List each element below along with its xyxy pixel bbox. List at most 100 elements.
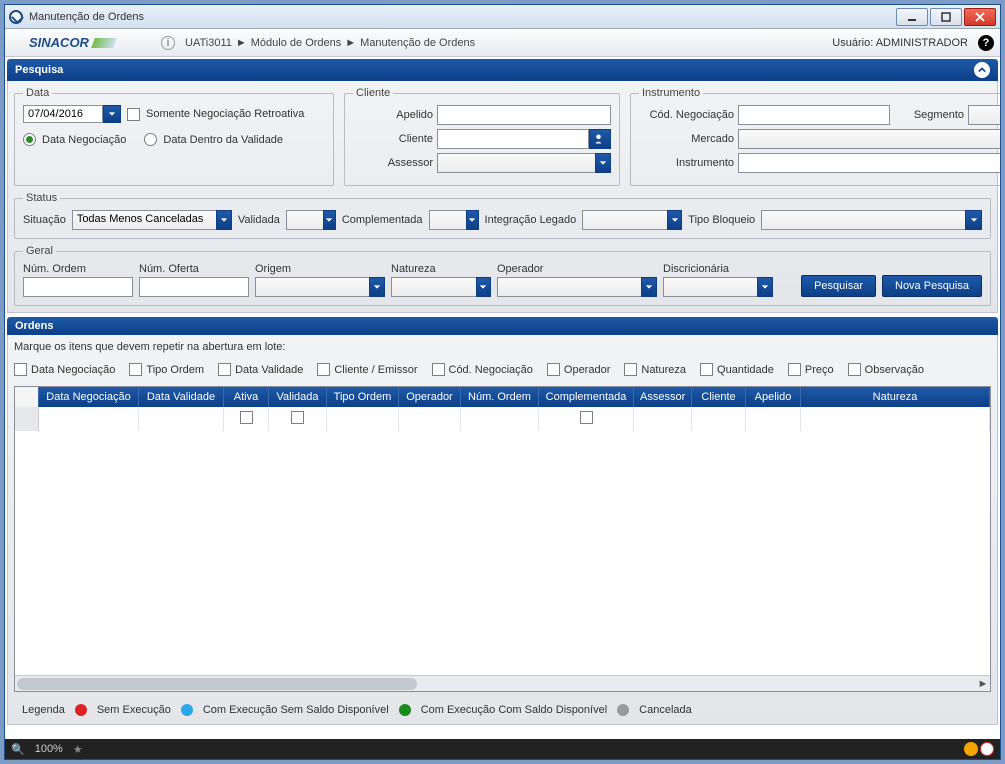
radio-data-validade[interactable]: [144, 133, 157, 146]
cliente-lookup-button[interactable]: [589, 129, 611, 149]
apelido-input[interactable]: [437, 105, 611, 125]
integracao-dropdown-button[interactable]: [667, 210, 682, 230]
legend-dot-com-saldo: [399, 704, 411, 716]
status-dot-warning-icon[interactable]: [964, 742, 978, 756]
complementada-select[interactable]: [429, 210, 466, 230]
mercado-select[interactable]: [738, 129, 1000, 149]
filter-validada-checkbox[interactable]: [291, 411, 304, 424]
geral-fieldset: Geral Núm. Ordem Núm. Oferta Origem Natu…: [14, 245, 991, 306]
col-data-validade[interactable]: Data Validade: [139, 387, 224, 407]
scroll-thumb[interactable]: [17, 678, 417, 690]
repeat-checkboxes: Data Negociação Tipo Ordem Data Validade…: [14, 359, 991, 380]
date-dropdown-button[interactable]: [103, 105, 121, 123]
tipo-bloqueio-select[interactable]: [761, 210, 965, 230]
segmento-select[interactable]: [968, 105, 1000, 125]
header-bar: SINACOR i UATi3011 ► Módulo de Ordens ► …: [5, 29, 1000, 57]
tipo-bloqueio-dropdown-button[interactable]: [965, 210, 982, 230]
chk-operador[interactable]: [547, 363, 560, 376]
natureza-dropdown-button[interactable]: [476, 277, 491, 297]
chk-tipo-ordem[interactable]: [129, 363, 142, 376]
status-dot-more-icon[interactable]: [980, 742, 994, 756]
col-ativa[interactable]: Ativa: [224, 387, 269, 407]
num-ordem-input[interactable]: [23, 277, 133, 297]
window-title: Manutenção de Ordens: [29, 11, 144, 23]
col-data-negociacao[interactable]: Data Negociação: [39, 387, 139, 407]
scroll-right-arrow-icon[interactable]: ►: [976, 676, 990, 692]
col-cliente[interactable]: Cliente: [692, 387, 746, 407]
chk-quantidade[interactable]: [700, 363, 713, 376]
maximize-button[interactable]: [930, 8, 962, 26]
col-complementada[interactable]: Complementada: [539, 387, 634, 407]
app-window: Manutenção de Ordens SINACOR i UATi3011 …: [4, 4, 1001, 760]
status-fieldset: Status Situação Todas Menos Canceladas V…: [14, 192, 991, 239]
cod-negociacao-input[interactable]: [738, 105, 890, 125]
legend-bar: Legenda Sem Execução Com Execução Sem Sa…: [14, 698, 991, 718]
situacao-select[interactable]: Todas Menos Canceladas: [72, 210, 216, 230]
legend-dot-sem-saldo: [181, 704, 193, 716]
col-validada[interactable]: Validada: [269, 387, 327, 407]
minimize-button[interactable]: [896, 8, 928, 26]
grid-filter-row: [15, 407, 990, 431]
num-oferta-input[interactable]: [139, 277, 249, 297]
chk-natureza[interactable]: [624, 363, 637, 376]
zoom-icon[interactable]: 🔍: [11, 743, 25, 756]
discricionaria-dropdown-button[interactable]: [757, 277, 773, 297]
ordens-panel: Ordens Marque os itens que devem repetir…: [7, 317, 998, 725]
grid-horizontal-scrollbar[interactable]: ◄ ►: [15, 675, 990, 691]
discricionaria-select[interactable]: [663, 277, 757, 297]
operador-dropdown-button[interactable]: [641, 277, 657, 297]
chk-data-negociacao[interactable]: [14, 363, 27, 376]
brand-logo: SINACOR: [11, 35, 161, 50]
filter-complementada-checkbox[interactable]: [580, 411, 593, 424]
legend-dot-cancelada: [617, 704, 629, 716]
col-natureza[interactable]: Natureza: [801, 387, 990, 407]
chk-cod-negociacao[interactable]: [432, 363, 445, 376]
chk-cliente-emissor[interactable]: [317, 363, 330, 376]
filter-ativa-checkbox[interactable]: [240, 411, 253, 424]
user-label: Usuário: ADMINISTRADOR: [832, 37, 968, 49]
chk-preco[interactable]: [788, 363, 801, 376]
col-apelido[interactable]: Apelido: [746, 387, 801, 407]
status-bar: 🔍 100% ★: [5, 739, 1000, 759]
favorite-icon[interactable]: ★: [73, 743, 83, 756]
col-assessor[interactable]: Assessor: [634, 387, 692, 407]
natureza-select[interactable]: [391, 277, 476, 297]
assessor-select[interactable]: [437, 153, 595, 173]
date-input[interactable]: 07/04/2016: [23, 105, 103, 123]
breadcrumb: i UATi3011 ► Módulo de Ordens ► Manutenç…: [161, 36, 832, 50]
integracao-select[interactable]: [582, 210, 667, 230]
close-button[interactable]: [964, 8, 996, 26]
grid-header: Data Negociação Data Validade Ativa Vali…: [15, 387, 990, 407]
data-fieldset: Data 07/04/2016 Somente Negociação Retro…: [14, 87, 334, 186]
pesquisa-header: Pesquisa: [7, 59, 998, 81]
ordens-header: Ordens: [7, 317, 998, 335]
chk-data-validade[interactable]: [218, 363, 231, 376]
somente-retroativa-checkbox[interactable]: [127, 108, 140, 121]
instrumento-fieldset: Instrumento Cód. Negociação Segmento Mer…: [630, 87, 1000, 186]
operador-select[interactable]: [497, 277, 641, 297]
chk-observacao[interactable]: [848, 363, 861, 376]
grid-corner[interactable]: [15, 387, 39, 407]
assessor-dropdown-button[interactable]: [595, 153, 611, 173]
instrumento-input[interactable]: [738, 153, 1000, 173]
cliente-input[interactable]: [437, 129, 589, 149]
cliente-fieldset: Cliente Apelido Cliente: [344, 87, 620, 186]
nova-pesquisa-button[interactable]: Nova Pesquisa: [882, 275, 982, 297]
col-tipo-ordem[interactable]: Tipo Ordem: [327, 387, 399, 407]
validada-select[interactable]: [286, 210, 323, 230]
pesquisar-button[interactable]: Pesquisar: [801, 275, 876, 297]
brand-icon: [11, 36, 25, 50]
col-operador[interactable]: Operador: [399, 387, 461, 407]
origem-select[interactable]: [255, 277, 369, 297]
complementada-dropdown-button[interactable]: [466, 210, 479, 230]
orders-grid[interactable]: Data Negociação Data Validade Ativa Vali…: [14, 386, 991, 692]
validada-dropdown-button[interactable]: [323, 210, 336, 230]
col-num-ordem[interactable]: Núm. Ordem: [461, 387, 539, 407]
situacao-dropdown-button[interactable]: [216, 210, 232, 230]
collapse-pesquisa-button[interactable]: [974, 62, 990, 78]
titlebar[interactable]: Manutenção de Ordens: [5, 5, 1000, 29]
help-icon[interactable]: ?: [978, 35, 994, 51]
origem-dropdown-button[interactable]: [369, 277, 385, 297]
info-icon[interactable]: i: [161, 36, 175, 50]
radio-data-negociacao[interactable]: [23, 133, 36, 146]
